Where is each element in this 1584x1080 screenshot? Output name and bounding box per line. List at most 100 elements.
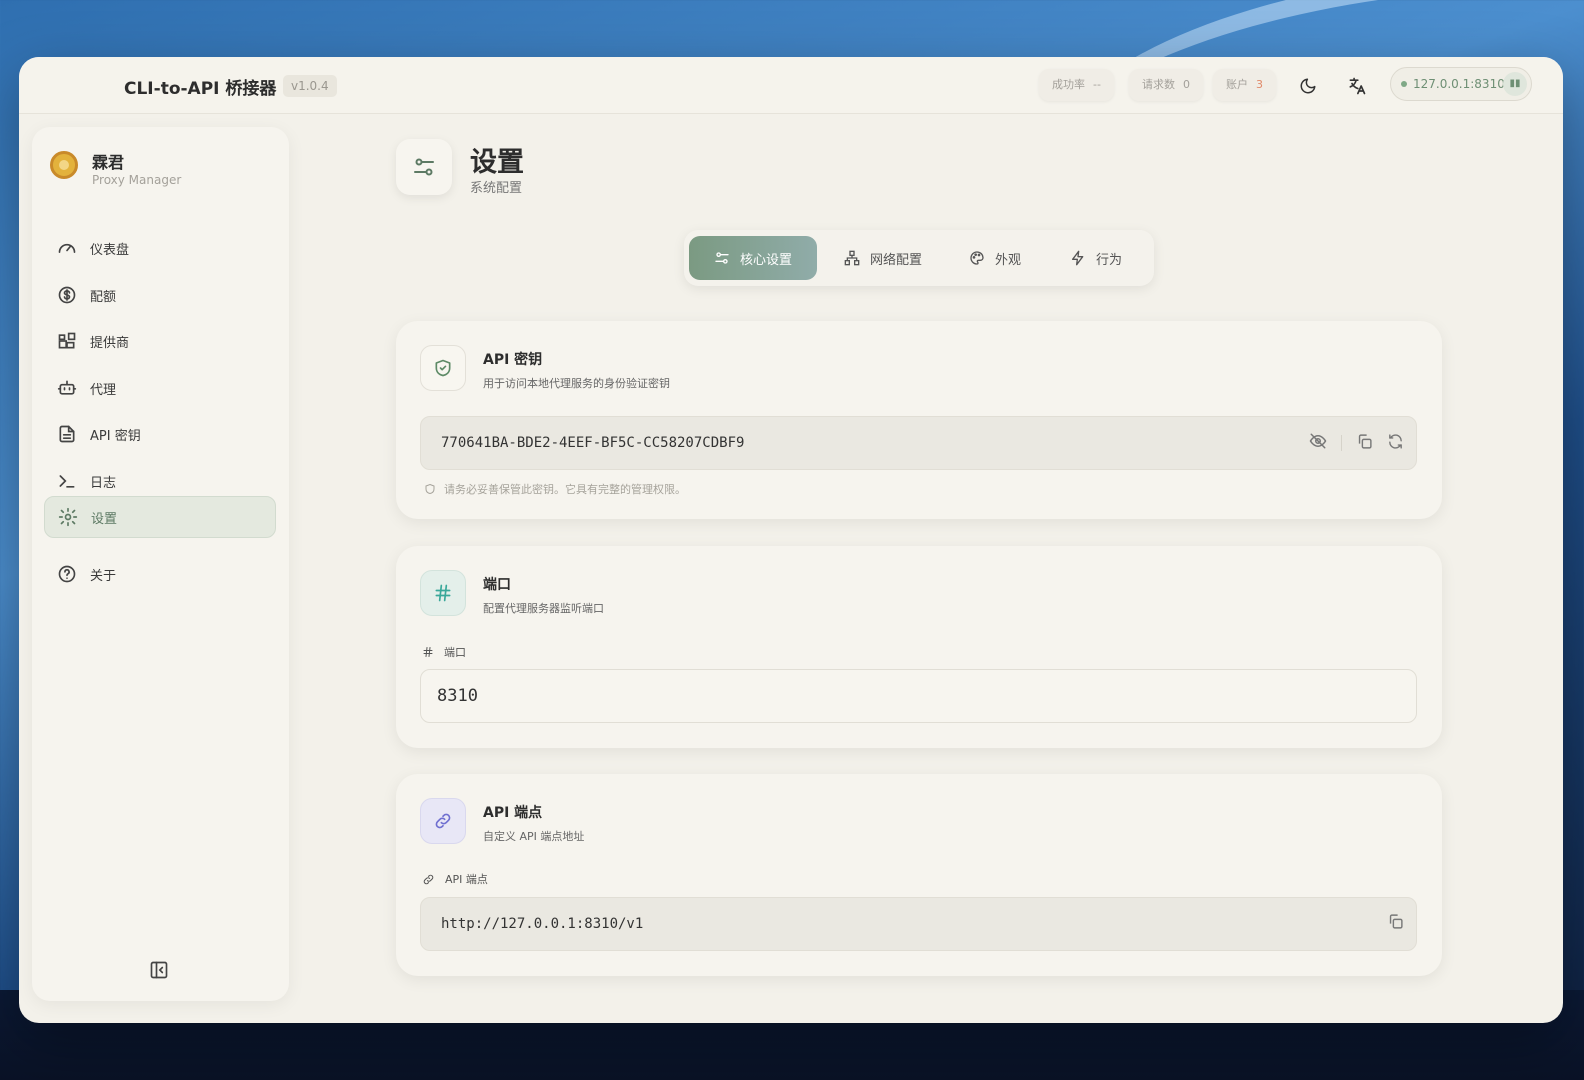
brand-subtitle: Proxy Manager — [92, 173, 182, 187]
sidebar: 霖君 Proxy Manager 仪表盘 配额 提供商 代理 API 密钥 日志 — [32, 127, 289, 1001]
sidebar-item-label: 仪表盘 — [90, 242, 130, 258]
eye-off-icon[interactable] — [1309, 432, 1327, 454]
api-key-field[interactable]: 770641BA-BDE2-4EEF-BF5C-CC58207CDBF9 — [420, 416, 1417, 470]
endpoint-actions — [1387, 913, 1404, 934]
stat-accounts: 账户 3 — [1213, 69, 1276, 101]
settings-tabs: 核心设置 网络配置 外观 行为 — [684, 230, 1154, 286]
tab-label: 外观 — [994, 252, 1021, 268]
blocks-icon — [56, 330, 78, 352]
copy-icon[interactable] — [1356, 433, 1373, 454]
sidebar-item-label: 日志 — [90, 475, 117, 491]
sidebar-item-settings[interactable]: 设置 — [44, 496, 276, 538]
stat-label: 成功率 — [1052, 78, 1085, 91]
field-label-text: 端口 — [444, 646, 466, 659]
sliders-icon — [714, 250, 730, 266]
divider — [1341, 435, 1342, 451]
language-button[interactable] — [1342, 71, 1372, 101]
stat-value: 3 — [1256, 78, 1263, 91]
port-input[interactable]: 8310 — [420, 669, 1417, 723]
card-description: 用于访问本地代理服务的身份验证密钥 — [483, 377, 670, 390]
server-address: 127.0.0.1:8310 — [1413, 77, 1505, 91]
terminal-icon — [56, 470, 78, 492]
stat-requests: 请求数 0 — [1129, 69, 1203, 101]
sidebar-item-label: API 密钥 — [90, 428, 141, 444]
copy-icon[interactable] — [1387, 913, 1404, 934]
sidebar-item-label: 设置 — [91, 511, 118, 527]
sidebar-item-api-keys[interactable]: API 密钥 — [44, 413, 276, 455]
settings-sliders-icon — [396, 139, 452, 195]
card-description: 自定义 API 端点地址 — [483, 830, 585, 843]
hash-icon — [420, 570, 466, 616]
tab-label: 网络配置 — [869, 252, 922, 268]
shield-icon — [424, 483, 436, 495]
app-window: CLI-to-API 桥接器 v1.0.4 成功率 -- 请求数 0 账户 3 127… — [19, 57, 1563, 1023]
stat-label: 账户 — [1226, 78, 1248, 91]
link-icon — [422, 873, 435, 886]
endpoint-field[interactable]: http://127.0.0.1:8310/v1 — [420, 897, 1417, 951]
api-key-actions — [1309, 432, 1404, 454]
palette-icon — [969, 250, 985, 266]
link-icon — [420, 798, 466, 844]
sidebar-item-label: 提供商 — [90, 335, 130, 351]
card-description: 配置代理服务器监听端口 — [483, 602, 604, 615]
collapse-sidebar-button[interactable] — [149, 960, 171, 982]
sidebar-item-agent[interactable]: 代理 — [44, 367, 276, 409]
panel-collapse-icon — [150, 961, 168, 979]
dollar-icon — [56, 284, 78, 306]
gauge-icon — [56, 237, 78, 259]
lion-logo-icon — [50, 151, 78, 179]
page-subtitle: 系统配置 — [470, 181, 523, 196]
endpoint-label: API 端点 — [422, 871, 488, 887]
tab-label: 行为 — [1095, 252, 1122, 268]
bot-icon — [56, 377, 78, 399]
stat-value: 0 — [1183, 78, 1190, 91]
version-badge: v1.0.4 — [283, 75, 337, 97]
sidebar-item-label: 关于 — [90, 568, 117, 584]
translate-icon — [1349, 77, 1366, 95]
shield-check-icon — [420, 345, 466, 391]
top-bar: CLI-to-API 桥接器 v1.0.4 成功率 -- 请求数 0 账户 3 127… — [19, 57, 1563, 114]
tab-appearance[interactable]: 外观 — [950, 236, 1040, 280]
app-title: CLI-to-API 桥接器 — [124, 79, 277, 99]
refresh-icon[interactable] — [1387, 433, 1404, 454]
gear-icon — [57, 506, 79, 528]
hash-icon — [422, 646, 434, 658]
api-endpoint-card: API 端点 自定义 API 端点地址 API 端点 http://127.0.… — [396, 774, 1442, 976]
sidebar-item-label: 配额 — [90, 289, 117, 305]
stat-success-rate: 成功率 -- — [1039, 69, 1114, 101]
help-icon — [56, 563, 78, 585]
lightning-icon — [1070, 250, 1086, 266]
sidebar-item-label: 代理 — [90, 382, 117, 398]
port-value: 8310 — [437, 686, 478, 706]
network-icon — [844, 250, 860, 266]
sidebar-item-about[interactable]: 关于 — [44, 553, 276, 595]
stat-label: 请求数 — [1142, 78, 1175, 91]
file-icon — [56, 423, 78, 445]
tab-core-settings[interactable]: 核心设置 — [689, 236, 817, 280]
sidebar-item-quota[interactable]: 配额 — [44, 274, 276, 316]
page-title: 设置 — [470, 147, 524, 178]
theme-toggle-button[interactable] — [1293, 71, 1323, 101]
sidebar-item-dashboard[interactable]: 仪表盘 — [44, 227, 276, 269]
api-key-card: API 密钥 用于访问本地代理服务的身份验证密钥 770641BA-BDE2-4… — [396, 321, 1442, 519]
pause-icon[interactable]: ▮▮ — [1503, 72, 1527, 96]
tab-network-config[interactable]: 网络配置 — [824, 236, 942, 280]
port-card: 端口 配置代理服务器监听端口 端口 8310 — [396, 546, 1442, 748]
endpoint-value: http://127.0.0.1:8310/v1 — [441, 916, 644, 932]
port-label: 端口 — [422, 644, 466, 660]
brand-name: 霖君 — [92, 153, 125, 172]
status-dot — [1401, 81, 1407, 87]
api-key-hint: 请务必妥善保管此密钥。它具有完整的管理权限。 — [424, 481, 686, 497]
card-title: API 端点 — [483, 805, 543, 821]
field-label-text: API 端点 — [445, 873, 488, 886]
tab-label: 核心设置 — [739, 252, 792, 268]
hint-text: 请务必妥善保管此密钥。它具有完整的管理权限。 — [444, 483, 686, 496]
server-status-pill[interactable]: 127.0.0.1:8310 ▮▮ — [1390, 67, 1532, 101]
api-key-value: 770641BA-BDE2-4EEF-BF5C-CC58207CDBF9 — [441, 435, 745, 451]
card-title: API 密钥 — [483, 352, 543, 368]
tab-behavior[interactable]: 行为 — [1048, 236, 1144, 280]
stat-value: -- — [1093, 78, 1101, 91]
moon-icon — [1300, 78, 1316, 94]
sidebar-item-providers[interactable]: 提供商 — [44, 320, 276, 362]
card-title: 端口 — [483, 577, 511, 593]
